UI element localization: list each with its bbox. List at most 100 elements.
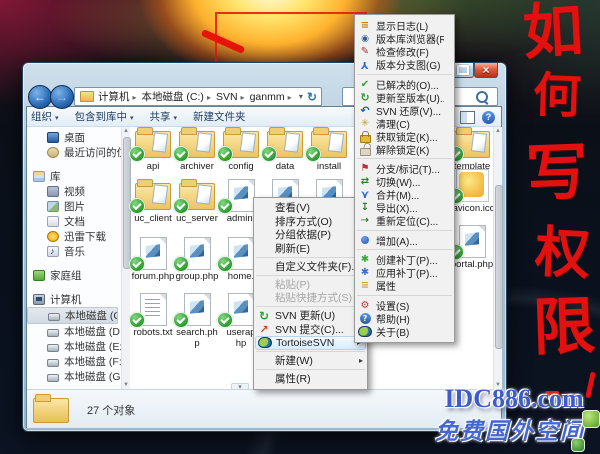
menu-item[interactable]: 应用补丁(P)...: [355, 266, 454, 279]
svn-ok-badge: [217, 256, 233, 272]
back-button[interactable]: ←: [28, 85, 52, 109]
menu-item-label: 增加(A)...: [376, 233, 418, 248]
breadcrumb-segment[interactable]: 本地磁盘 (C:): [141, 89, 215, 104]
file-item[interactable]: uc_server: [175, 179, 219, 225]
file-label: uc_server: [175, 214, 219, 225]
help-icon[interactable]: ?: [482, 111, 495, 124]
file-item[interactable]: search.ph p: [175, 293, 219, 349]
sidebar-item[interactable]: 文档: [27, 214, 128, 229]
preview-pane-icon[interactable]: [460, 111, 475, 124]
filelist-scrollbar[interactable]: ▲ ▼: [493, 127, 502, 389]
chevron-down-icon[interactable]: ▾: [299, 92, 303, 101]
toolbar-button[interactable]: 组织: [31, 109, 59, 124]
merge-icon: [358, 188, 372, 201]
menu-item[interactable]: 刷新(E): [254, 242, 367, 256]
sidebar-item[interactable]: 本地磁盘 (G:): [27, 369, 128, 384]
menu-icon-spacer: [257, 278, 271, 291]
menu-item[interactable]: 关于(B): [355, 325, 454, 338]
drive-icon: [47, 329, 59, 337]
downloads-icon: [47, 231, 59, 242]
file-label: uc_client: [131, 214, 175, 225]
sidebar-item[interactable]: 本地磁盘 (F:): [27, 354, 128, 369]
menu-item[interactable]: 新建(W): [254, 354, 367, 368]
file-item[interactable]: template: [450, 127, 493, 173]
breadcrumb-segment[interactable]: ganmm: [249, 91, 296, 103]
file-item[interactable]: portal.php: [450, 225, 493, 271]
create-patch-icon: [358, 253, 372, 266]
menu-item[interactable]: 分组依据(P): [254, 228, 367, 242]
sidebar-item[interactable]: 本地磁盘 (D:): [27, 324, 128, 339]
switch-icon: [358, 175, 372, 188]
menu-item[interactable]: 查看(V): [254, 201, 367, 215]
cleanup-icon: [358, 117, 372, 130]
menu-icon-spacer: [257, 228, 271, 241]
file-item[interactable]: robots.txt: [131, 293, 175, 339]
settings-icon: [358, 299, 372, 312]
sidebar-item[interactable]: 库: [27, 169, 128, 184]
menu-item[interactable]: 重新定位(C)...: [355, 214, 454, 227]
file-item[interactable]: config: [219, 127, 263, 173]
menu-item[interactable]: 属性(R): [254, 372, 367, 386]
svn-ok-badge: [129, 256, 145, 272]
file-item[interactable]: api: [131, 127, 175, 173]
php-icon: [134, 237, 172, 269]
menu-item[interactable]: TortoiseSVN: [255, 336, 366, 350]
sidebar-item[interactable]: 本地磁盘 (E:): [27, 339, 128, 354]
menu-item[interactable]: 自定义文件夹(F)...: [254, 260, 367, 274]
pictures-icon: [47, 201, 59, 212]
handwritten-annotation-char: 何: [532, 71, 582, 121]
php-icon: [178, 293, 216, 325]
menu-item[interactable]: 增加(A)...: [355, 234, 454, 247]
check-modifications-icon: [358, 45, 372, 58]
address-bar[interactable]: 计算机本地磁盘 (C:)SVNganmm1 ▾ ↻: [74, 87, 322, 106]
file-item[interactable]: favicon.ico: [450, 169, 493, 215]
file-item[interactable]: archiver: [175, 127, 219, 173]
file-item[interactable]: install: [307, 127, 351, 173]
menu-item[interactable]: 版本分支图(G): [355, 58, 454, 71]
file-item[interactable]: uc_client: [131, 179, 175, 225]
menu-separator: [256, 369, 365, 370]
sidebar-item[interactable]: 最近访问的位置: [27, 145, 128, 160]
folder-icon: [134, 127, 172, 159]
menu-item[interactable]: SVN 提交(C)...: [254, 323, 367, 337]
sidebar-item-label: 文档: [64, 214, 85, 229]
sidebar-item[interactable]: 迅雷下载: [27, 229, 128, 244]
txt-icon: [134, 293, 172, 325]
breadcrumb-segment[interactable]: 1: [296, 91, 297, 103]
scroll-up-icon[interactable]: ▲: [494, 128, 502, 134]
sidebar-item[interactable]: 音乐: [27, 244, 128, 259]
forward-button[interactable]: →: [50, 85, 74, 109]
menu-item-label: SVN 提交(C)...: [275, 322, 344, 337]
sidebar-item[interactable]: 视频: [27, 184, 128, 199]
file-label: robots.txt: [131, 328, 175, 339]
menu-item[interactable]: 解除锁定(K): [355, 143, 454, 156]
toolbar-button[interactable]: 包含到库中: [75, 109, 134, 124]
toolbar-button[interactable]: 新建文件夹: [193, 109, 246, 124]
menu-item[interactable]: 属性: [355, 279, 454, 292]
menu-item[interactable]: 排序方式(O): [254, 215, 367, 229]
videos-icon: [47, 186, 59, 197]
scrollbar-thumb[interactable]: [495, 185, 503, 349]
menu-icon-spacer: [257, 201, 271, 214]
menu-icon-spacer: [257, 372, 271, 385]
sidebar-item[interactable]: 家庭组: [27, 268, 128, 283]
maximize-button[interactable]: [452, 63, 474, 78]
file-item[interactable]: forum.php: [131, 237, 175, 283]
file-item[interactable]: group.php: [175, 237, 219, 283]
refresh-icon[interactable]: ↻: [307, 90, 317, 104]
breadcrumb-segment[interactable]: SVN: [215, 91, 249, 103]
resolved-icon: [358, 78, 372, 91]
toolbar-button[interactable]: 共享: [150, 109, 178, 124]
svn-ok-badge: [173, 312, 189, 328]
page-fold: [292, 180, 298, 186]
sidebar-item[interactable]: 图片: [27, 199, 128, 214]
close-button[interactable]: [474, 63, 498, 78]
sidebar-item[interactable]: 计算机: [27, 292, 128, 307]
svn-ok-badge: [129, 198, 145, 214]
sidebar-item[interactable]: 本地磁盘 (C:): [27, 307, 118, 324]
sidebar-item[interactable]: 桌面: [27, 130, 128, 145]
breadcrumb-segment[interactable]: 计算机: [97, 89, 141, 104]
svn-ok-badge: [129, 146, 145, 162]
file-item[interactable]: data: [263, 127, 307, 173]
menu-item[interactable]: SVN 更新(U): [254, 309, 367, 323]
